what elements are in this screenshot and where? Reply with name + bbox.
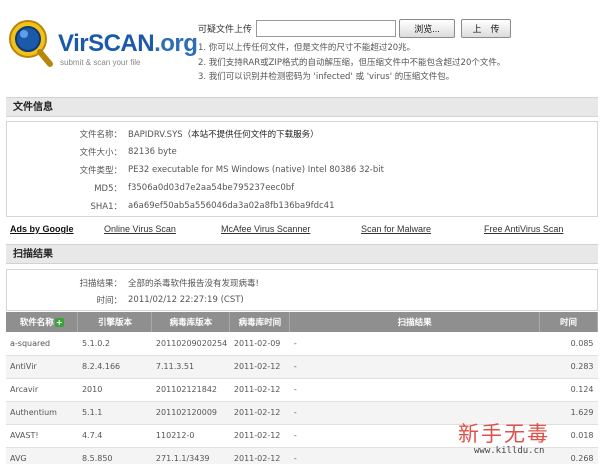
cell-software: Arcavir: [6, 378, 78, 402]
ads-by-google-link[interactable]: Ads by Google: [10, 224, 74, 234]
cell-engine: 2010: [77, 378, 152, 402]
col-header-result: 扫描结果: [289, 312, 541, 332]
cell-db-version: 271.1.1/3439: [151, 447, 230, 464]
cell-time: 0.268: [539, 447, 598, 464]
info-key: 文件大小：: [79, 148, 122, 158]
time-key: 时间：: [96, 296, 122, 306]
info-value: PE32 executable for MS Windows (native) …: [128, 165, 384, 175]
summary-value: 全部的杀毒软件报告没有发现病毒!: [128, 279, 259, 289]
cell-result: -: [289, 378, 540, 402]
cell-db-version: 201102121842: [151, 378, 230, 402]
file-path-input[interactable]: [256, 19, 397, 37]
cell-software: Authentium: [6, 401, 78, 425]
upload-note: 3. 我们可以识别并检测密码为 'infected' 或 'virus' 的压缩…: [198, 72, 455, 82]
cell-db-version: 7.11.3.51: [151, 355, 230, 379]
table-row: a-squared 5.1.0.2 20110209020254 2011-02…: [6, 332, 598, 356]
cell-db-version: 201102120009: [151, 401, 230, 425]
page-header: VirSCAN.org submit & scan your file 可疑文件…: [0, 0, 600, 92]
table-row: AntiVir 8.2.4.166 7.11.3.51 2011-02-12 -…: [6, 355, 598, 379]
scan-summary-box: 扫描结果： 全部的杀毒软件报告没有发现病毒! 时间： 2011/02/12 22…: [6, 269, 598, 311]
ads-row: Ads by Google Online Virus Scan McAfee V…: [10, 224, 600, 238]
cell-db-time: 2011-02-12: [229, 355, 290, 379]
cell-time: 0.283: [539, 355, 598, 379]
info-value: f3506a0d03d7e2aa54be795237eec0bf: [128, 183, 295, 193]
cell-result: -: [289, 355, 540, 379]
ad-link[interactable]: McAfee Virus Scanner: [221, 224, 310, 234]
col-header-software[interactable]: 软件名称 +: [6, 312, 79, 332]
cell-software: a-squared: [6, 332, 78, 356]
info-key: MD5：: [94, 184, 122, 194]
cell-software: AntiVir: [6, 355, 78, 379]
info-row-md5: MD5： f3506a0d03d7e2aa54be795237eec0bf: [7, 179, 597, 197]
col-header-label: 软件名称: [19, 318, 54, 328]
info-key: 文件类型：: [79, 166, 122, 176]
logo-subtitle: submit & scan your file: [60, 58, 141, 67]
watermark-url: www.killdu.cn: [474, 446, 545, 456]
info-value: 82136 byte: [128, 147, 177, 157]
cell-time: 0.124: [539, 378, 598, 402]
info-row-size: 文件大小： 82136 byte: [7, 143, 597, 161]
cell-result: -: [289, 332, 540, 356]
col-header-db-time: 病毒库时间: [229, 312, 291, 332]
virscan-logo[interactable]: VirSCAN.org submit & scan your file: [6, 14, 198, 70]
info-row-type: 文件类型： PE32 executable for MS Windows (na…: [7, 161, 597, 179]
upload-note: 1. 你可以上传任何文件，但是文件的尺寸不能超过20兆。: [198, 43, 416, 53]
col-header-engine: 引擎版本: [77, 312, 153, 332]
cell-engine: 5.1.0.2: [77, 332, 152, 356]
cell-engine: 8.2.4.166: [77, 355, 152, 379]
logo-text-domain: .org: [154, 30, 198, 57]
filename-value: BAPIDRV.SYS: [128, 130, 183, 140]
upload-button[interactable]: 上 传: [461, 18, 512, 38]
magnifier-icon: [9, 20, 53, 67]
cell-db-time: 2011-02-12: [229, 378, 290, 402]
info-value: a6a69ef50ab5a556046da3a02a8fb136ba9fdc41: [128, 201, 335, 211]
cell-db-version: 20110209020254: [151, 332, 230, 356]
time-row: 时间： 2011/02/12 22:27:19 (CST): [7, 291, 597, 309]
cell-engine: 8.5.850: [77, 447, 152, 464]
upload-row: 可疑文件上传 浏览... 上 传: [198, 18, 512, 38]
watermark-text: 新手无毒: [458, 422, 550, 446]
col-header-db-version: 病毒库版本: [151, 312, 231, 332]
ad-link[interactable]: Free AntiVirus Scan: [484, 224, 563, 234]
browse-button[interactable]: 浏览...: [399, 18, 456, 38]
cell-db-time: 2011-02-09: [229, 332, 290, 356]
table-header-row: 软件名称 + 引擎版本 病毒库版本 病毒库时间 扫描结果 时间: [6, 312, 598, 332]
info-row-filename: 文件名称： BAPIDRV.SYS（本站不提供任何文件的下载服务）: [7, 125, 597, 143]
cell-software: AVAST!: [6, 424, 78, 448]
file-info-box: 文件名称： BAPIDRV.SYS（本站不提供任何文件的下载服务） 文件大小： …: [6, 121, 598, 217]
cell-software: AVG: [6, 447, 78, 464]
summary-row: 扫描结果： 全部的杀毒软件报告没有发现病毒!: [7, 274, 597, 292]
expand-icon[interactable]: +: [54, 318, 64, 327]
cell-time: 0.085: [539, 332, 598, 356]
summary-key: 扫描结果：: [79, 279, 122, 289]
ad-link[interactable]: Online Virus Scan: [104, 224, 176, 234]
table-row: Arcavir 2010 201102121842 2011-02-12 - 0…: [6, 378, 598, 402]
info-row-sha1: SHA1： a6a69ef50ab5a556046da3a02a8fb136ba…: [7, 197, 597, 215]
info-key: 文件名称：: [79, 130, 122, 140]
upload-label: 可疑文件上传: [198, 24, 253, 35]
cell-db-time: 2011-02-12: [229, 424, 290, 448]
logo-text-main: VirSCAN: [58, 30, 155, 57]
cell-db-version: 110212-0: [151, 424, 230, 448]
upload-notes: 1. 你可以上传任何文件，但是文件的尺寸不能超过20兆。 2. 我们支持RAR或…: [198, 41, 505, 85]
info-value: BAPIDRV.SYS（本站不提供任何文件的下载服务）: [128, 128, 319, 140]
time-value: 2011/02/12 22:27:19 (CST): [128, 295, 244, 305]
cell-engine: 4.7.4: [77, 424, 152, 448]
cell-engine: 5.1.1: [77, 401, 152, 425]
cell-db-time: 2011-02-12: [229, 447, 290, 464]
col-header-time: 时间: [539, 312, 598, 332]
ad-link[interactable]: Scan for Malware: [361, 224, 431, 234]
scan-result-title: 扫描结果: [6, 244, 598, 264]
upload-note: 2. 我们支持RAR或ZIP格式的自动解压缩，但压缩文件中不能包含超过20个文件…: [198, 57, 506, 68]
file-info-title: 文件信息: [6, 97, 598, 117]
info-key: SHA1：: [90, 202, 122, 212]
no-download-note: （本站不提供任何文件的下载服务）: [182, 130, 319, 140]
cell-db-time: 2011-02-12: [229, 401, 290, 425]
